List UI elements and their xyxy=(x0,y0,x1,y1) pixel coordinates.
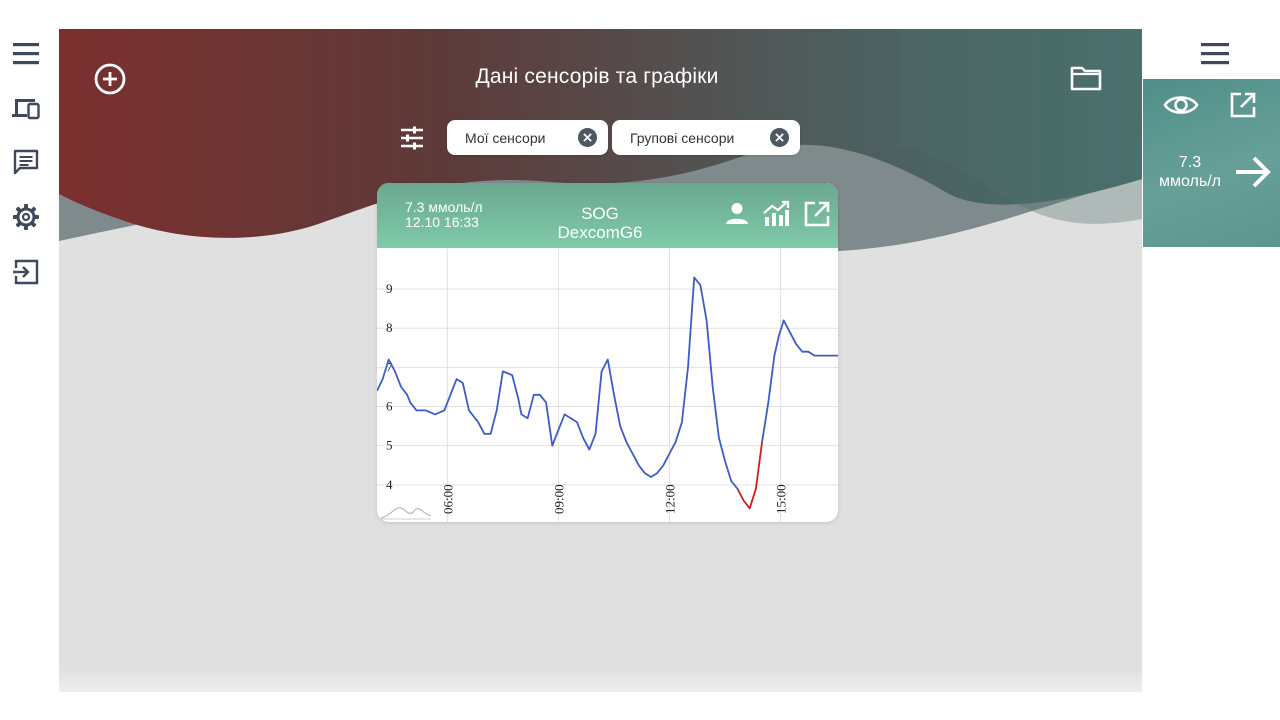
sensor-card-header: 7.3 ммоль/л 12.10 16:33 SOG DexcomG6 xyxy=(377,183,838,248)
x-tick-label: 15:00 xyxy=(774,484,789,514)
chip-remove-button[interactable] xyxy=(578,128,597,147)
sensor-name-line2: DexcomG6 xyxy=(557,223,643,242)
y-tick-label: 8 xyxy=(386,320,393,335)
folder-button[interactable] xyxy=(1069,63,1103,93)
menu-icon xyxy=(13,43,39,65)
sensor-name-line1: SOG xyxy=(581,204,619,223)
arrow-right-icon[interactable] xyxy=(1233,152,1273,192)
eye-icon[interactable] xyxy=(1163,91,1199,119)
chart-navigator-preview xyxy=(380,507,432,520)
glucose-line-segment xyxy=(377,276,739,490)
y-tick-label: 9 xyxy=(386,281,393,296)
main-panel: Дані сенсорів та графіки Мої сенсори Гру… xyxy=(59,29,1142,692)
menu-button[interactable] xyxy=(10,38,42,70)
settings-gear-icon xyxy=(13,204,39,230)
summary-value: 7.3 ммоль/л xyxy=(1149,153,1231,191)
devices-button[interactable] xyxy=(10,92,42,124)
close-icon xyxy=(583,133,592,142)
glucose-line-chart[interactable]: 45678906:00 09:00 12:00 15:00 xyxy=(377,248,838,522)
close-icon xyxy=(775,133,784,142)
right-menu-button[interactable] xyxy=(1199,40,1231,68)
chip-remove-button[interactable] xyxy=(770,128,789,147)
summary-value-number: 7.3 xyxy=(1178,154,1202,171)
bottom-fade xyxy=(59,669,1142,692)
filter-chip-my-sensors[interactable]: Мої сенсори xyxy=(447,120,608,155)
app-root: Дані сенсорів та графіки Мої сенсори Гру… xyxy=(0,0,1280,720)
sensor-name: SOG DexcomG6 xyxy=(377,204,823,242)
message-icon xyxy=(13,149,39,175)
page-title: Дані сенсорів та графіки xyxy=(475,65,719,88)
sign-in-button[interactable] xyxy=(10,256,42,288)
devices-icon xyxy=(12,99,40,120)
open-external-icon[interactable] xyxy=(1229,91,1257,119)
x-tick-label: 12:00 xyxy=(663,484,678,514)
y-tick-label: 5 xyxy=(386,438,393,453)
y-tick-label: 4 xyxy=(386,477,393,492)
settings-button[interactable] xyxy=(10,201,42,233)
x-tick-label: 06:00 xyxy=(440,484,455,514)
person-icon[interactable] xyxy=(723,200,751,228)
glucose-line-low-segment xyxy=(736,441,763,510)
y-tick-label: 6 xyxy=(386,399,393,414)
chip-label: Мої сенсори xyxy=(465,129,546,146)
filter-sliders-button[interactable] xyxy=(399,125,425,151)
messages-button[interactable] xyxy=(10,146,42,178)
x-tick-label: 09:00 xyxy=(551,484,566,514)
sign-in-icon xyxy=(13,259,39,285)
sensor-summary-card[interactable]: 7.3 ммоль/л xyxy=(1143,79,1280,247)
sensor-card[interactable]: 7.3 ммоль/л 12.10 16:33 SOG DexcomG6 4 5… xyxy=(377,183,838,522)
summary-value-unit: ммоль/л xyxy=(1159,173,1221,190)
open-external-icon[interactable] xyxy=(803,200,831,228)
filter-chip-group-sensors[interactable]: Групові сенсори xyxy=(612,120,800,155)
chart-trend-icon[interactable] xyxy=(762,200,790,228)
glucose-line-segment xyxy=(761,319,838,442)
chip-label: Групові сенсори xyxy=(630,129,735,146)
